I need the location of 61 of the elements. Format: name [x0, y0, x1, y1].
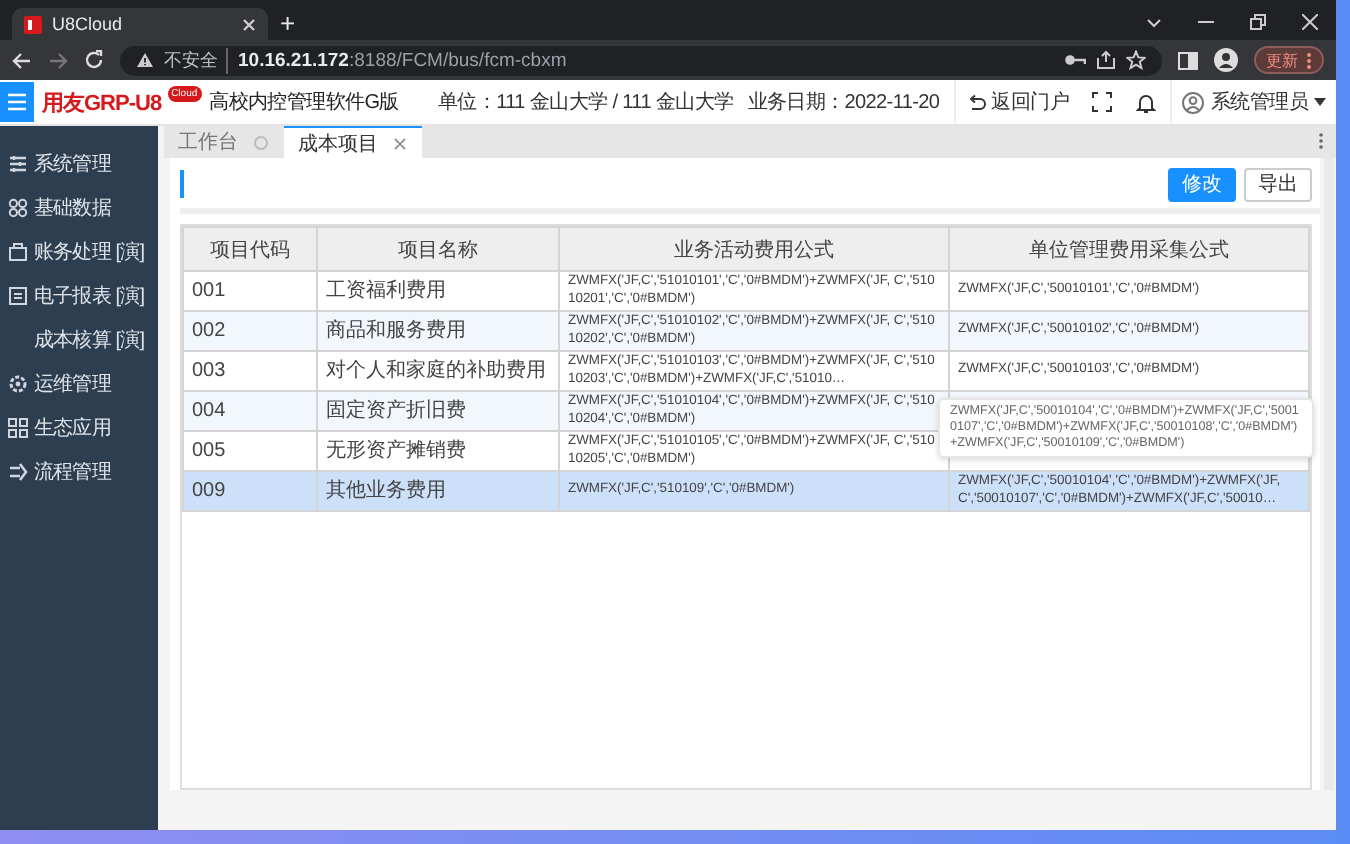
- restore-icon[interactable]: [1250, 14, 1266, 30]
- table-cell: 002: [183, 311, 317, 351]
- product-name: 高校内控管理软件G版: [209, 89, 399, 116]
- page-tab[interactable]: 工作台: [164, 126, 284, 158]
- user-menu[interactable]: 系统管理员: [1170, 80, 1336, 124]
- logo-text: 用友GRP-U8: [42, 89, 162, 117]
- unit-label: 单位：111 金山大学 / 111 金山大学: [438, 89, 734, 116]
- browser-tab[interactable]: U8Cloud: [12, 8, 268, 40]
- toolbar-button[interactable]: 导出: [1244, 167, 1312, 201]
- sidebar-item[interactable]: 基础数据: [0, 186, 158, 230]
- profile-icon[interactable]: [1214, 48, 1238, 72]
- new-tab-button[interactable]: +: [268, 4, 308, 40]
- column-header: 单位管理费用采集公式: [949, 227, 1309, 271]
- caret-icon: [1314, 98, 1326, 106]
- table-cell: 其他业务费用: [317, 471, 559, 511]
- back-icon[interactable]: [12, 51, 32, 69]
- column-header: 项目代码: [183, 227, 317, 271]
- sidebar-item[interactable]: 系统管理: [0, 142, 158, 186]
- bell-icon[interactable]: [1136, 91, 1159, 113]
- sidebar-item[interactable]: 流程管理: [0, 450, 158, 494]
- app-icon: [24, 15, 42, 33]
- apps-icon: [8, 418, 28, 438]
- section-marker: [180, 170, 184, 198]
- page-tab[interactable]: 成本项目: [284, 126, 422, 158]
- sliders-icon: [8, 154, 28, 174]
- chevron-icon[interactable]: [1146, 18, 1162, 30]
- column-header: 业务活动费用公式: [559, 227, 949, 271]
- security-label: 不安全: [164, 47, 228, 73]
- address-field[interactable]: 不安全 10.16.21.172:8188/FCM/bus/fcm-cbxm: [120, 45, 1162, 75]
- sidebar-item[interactable]: 生态应用: [0, 406, 158, 450]
- sidebar-item[interactable]: 账务处理 [演]: [0, 230, 158, 274]
- sidebar-item[interactable]: 运维管理: [0, 362, 158, 406]
- fullscreen-icon[interactable]: [1092, 92, 1113, 112]
- reload-icon[interactable]: [84, 50, 104, 70]
- warning-icon: [136, 52, 154, 68]
- share-icon[interactable]: [1096, 50, 1116, 70]
- briefcase-icon: [8, 242, 28, 262]
- report-icon: [8, 286, 28, 306]
- gear-icon: [8, 374, 28, 394]
- table-cell: 009: [183, 471, 317, 511]
- key-icon[interactable]: [1064, 52, 1086, 68]
- menu-icon[interactable]: [0, 82, 34, 122]
- return-portal-button[interactable]: 返回门户: [953, 80, 1081, 124]
- more-icon: [1306, 51, 1312, 69]
- table-cell: 004: [183, 391, 317, 431]
- update-button[interactable]: 更新: [1254, 46, 1324, 74]
- table-cell: 商品和服务费用: [317, 311, 559, 351]
- sidebar-item[interactable]: 成本核算 [演]: [0, 318, 158, 362]
- business-date: 业务日期：2022-11-20: [747, 89, 940, 116]
- sidebar-icon[interactable]: [1178, 51, 1198, 69]
- table-cell: 固定资产折旧费: [317, 391, 559, 431]
- more-icon[interactable]: [1318, 132, 1324, 150]
- sidebar-item[interactable]: 电子报表 [演]: [0, 274, 158, 318]
- undo-icon: [967, 94, 986, 110]
- forward-icon[interactable]: [48, 51, 68, 69]
- avatar-icon: [1182, 91, 1205, 113]
- column-header: 项目名称: [317, 227, 559, 271]
- grid-icon: [8, 198, 28, 218]
- star-icon[interactable]: [1126, 50, 1146, 70]
- flow-icon: [8, 462, 28, 482]
- url-text: 10.16.21.172:8188/FCM/bus/fcm-cbxm: [238, 49, 567, 71]
